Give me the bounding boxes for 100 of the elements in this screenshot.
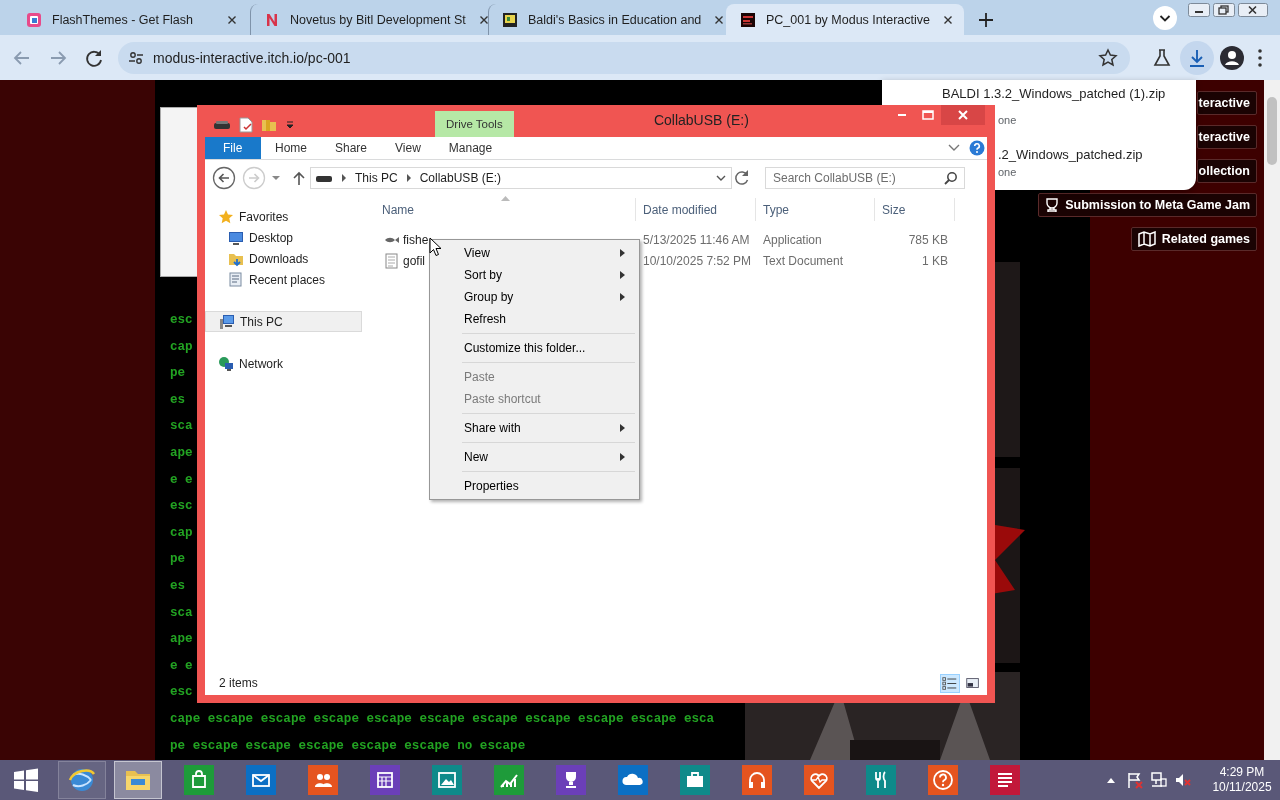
- people-icon[interactable]: [308, 765, 338, 795]
- console-text: pe: [170, 551, 186, 569]
- calendar-icon[interactable]: [370, 765, 400, 795]
- text-file-icon: [384, 252, 400, 269]
- chevron-icon[interactable]: [339, 173, 349, 183]
- file-name[interactable]: gofil: [403, 253, 425, 268]
- type-cell-text: Text Document: [762, 252, 845, 270]
- breadcrumb-item[interactable]: This PC: [355, 171, 398, 185]
- type-cell-text: Application: [762, 231, 823, 249]
- file-name[interactable]: fishe: [403, 232, 429, 247]
- maximize-icon[interactable]: [1213, 3, 1235, 17]
- cloud-icon[interactable]: [618, 765, 648, 795]
- ribbon-tab[interactable]: Share: [321, 137, 382, 159]
- new-tab-icon[interactable]: [976, 10, 996, 30]
- dropdown-icon[interactable]: [1152, 5, 1178, 31]
- browser-tab[interactable]: PC_001 by Modus Interactive: [726, 4, 964, 35]
- column-header[interactable]: Type: [756, 198, 875, 221]
- browser-tab[interactable]: FlashThemes - Get Flash: [12, 4, 250, 35]
- document-icon: [228, 271, 244, 288]
- drive-icon[interactable]: [213, 119, 231, 131]
- details-view-icon[interactable]: [940, 673, 960, 693]
- console-text: cape escape escape escape escape escape escape escape escape escape esca: [170, 710, 715, 728]
- nav-item[interactable]: Favorites: [205, 206, 362, 227]
- download-file-name[interactable]: .2_Windows_patched.zip: [998, 147, 1143, 163]
- close-icon[interactable]: [1238, 3, 1268, 17]
- nav-item[interactable]: Recent places: [205, 269, 362, 290]
- caret-icon[interactable]: [285, 120, 295, 130]
- drive-icon: [315, 173, 333, 183]
- menu-item[interactable]: Sort by: [432, 264, 637, 286]
- menu-item[interactable]: New: [432, 446, 637, 468]
- link-button[interactable]: ollection: [1196, 159, 1257, 183]
- address-bar[interactable]: modus-interactive.itch.io/pc-001: [118, 41, 1130, 74]
- menu-item[interactable]: Properties: [432, 475, 637, 497]
- console-text: pe escape escape escape escape escape no escape: [170, 737, 526, 755]
- console-text: cap: [170, 338, 193, 356]
- chart-icon[interactable]: [494, 765, 524, 795]
- date-cell-text: 10/10/2025 7:52 PM: [642, 252, 753, 270]
- help-icon[interactable]: [969, 140, 985, 156]
- console-text: sca: [170, 604, 193, 622]
- console-text: e e: [170, 657, 193, 675]
- submenu-arrow-icon: [620, 249, 625, 257]
- breadcrumb-item[interactable]: CollabUSB (E:): [419, 171, 502, 185]
- link-button[interactable]: Submission to Meta Game Jam: [1038, 193, 1257, 217]
- console-text: es: [170, 577, 186, 595]
- download-status: one: [998, 114, 1017, 127]
- up-arrow-icon[interactable]: [292, 170, 306, 186]
- ribbon-tab[interactable]: Manage: [434, 137, 507, 159]
- image-icon[interactable]: [432, 765, 462, 795]
- taskbar-button[interactable]: [114, 761, 162, 799]
- menu-item[interactable]: Group by: [432, 286, 637, 308]
- submenu-arrow-icon: [620, 453, 625, 461]
- submenu-arrow-icon: [620, 424, 625, 432]
- shopping-bag-icon[interactable]: [184, 765, 214, 795]
- item-count: 2 items: [219, 676, 258, 690]
- headphones-icon[interactable]: [742, 765, 772, 795]
- nav-item[interactable]: This PC: [205, 311, 362, 332]
- suitcase-icon[interactable]: [680, 765, 710, 795]
- submenu-arrow-icon: [620, 271, 625, 279]
- scrollbar[interactable]: [1264, 80, 1280, 760]
- column-header[interactable]: Date modified: [636, 198, 756, 221]
- trophy-icon[interactable]: [556, 765, 586, 795]
- address-field[interactable]: This PC CollabUSB (E:): [310, 167, 732, 189]
- download-icon[interactable]: [1180, 40, 1214, 75]
- search-field[interactable]: Search CollabUSB (E:): [765, 167, 965, 189]
- column-header[interactable]: Size: [875, 198, 955, 221]
- nav-item[interactable]: Desktop: [205, 227, 362, 248]
- menu-item[interactable]: Refresh: [432, 308, 637, 330]
- minimize-icon[interactable]: [1188, 3, 1210, 17]
- console-text: ape: [170, 444, 193, 462]
- fork-knife-icon[interactable]: [866, 765, 896, 795]
- site-info-icon[interactable]: [128, 49, 144, 66]
- network-icon: [218, 355, 234, 372]
- download-status: one: [998, 166, 1017, 179]
- bookmark-star-icon[interactable]: [1098, 47, 1118, 68]
- network-icon[interactable]: [1150, 771, 1168, 789]
- envelope-icon[interactable]: [246, 765, 276, 795]
- clock[interactable]: 4:29 PM 10/11/2025: [1210, 765, 1274, 795]
- page-icon: [502, 11, 518, 28]
- console-text: cap: [170, 524, 193, 542]
- lines-icon[interactable]: [990, 765, 1020, 795]
- download-file-name[interactable]: BALDI 1.3.2_Windows_patched (1).zip: [882, 86, 1166, 102]
- trophy-icon: [1045, 198, 1060, 212]
- console-text: es: [170, 391, 186, 409]
- link-button[interactable]: teractive: [1196, 125, 1257, 149]
- close-button[interactable]: [941, 105, 985, 125]
- flag-icon[interactable]: [1126, 771, 1144, 789]
- nav-item[interactable]: Downloads: [205, 248, 362, 269]
- menu-item[interactable]: Share with: [432, 417, 637, 439]
- taskbar-button[interactable]: [58, 761, 106, 799]
- computer-icon: [219, 313, 235, 330]
- menu-item[interactable]: Customize this folder...: [432, 337, 637, 359]
- show-hidden-icons-icon[interactable]: [1106, 776, 1116, 784]
- help-icon[interactable]: [928, 765, 958, 795]
- properties-icon[interactable]: [239, 117, 253, 133]
- console-text: ape: [170, 631, 193, 649]
- nav-item[interactable]: Network: [205, 353, 362, 374]
- ribbon-tab[interactable]: View: [381, 137, 435, 159]
- link-button[interactable]: teractive: [1196, 91, 1257, 115]
- ribbon-tab[interactable]: Home: [261, 137, 321, 159]
- link-button[interactable]: Related games: [1130, 227, 1257, 251]
